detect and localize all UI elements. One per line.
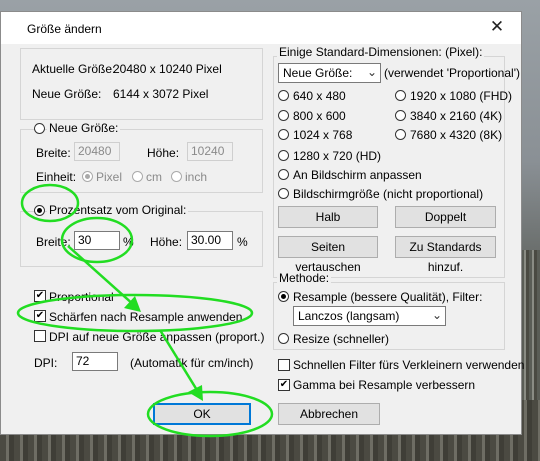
standard-dimensions-title: Einige Standard-Dimensionen: (Pixel):	[277, 45, 485, 59]
proportional-label: Proportional	[49, 290, 114, 304]
radio-800[interactable]	[278, 110, 289, 121]
size-info-group	[20, 48, 263, 120]
radio-fit-screen[interactable]	[278, 169, 289, 180]
percent-height-field[interactable]: 30.00	[187, 231, 233, 250]
unit-pixel-radio[interactable]	[82, 171, 93, 182]
fast-filter-label: Schnellen Filter fürs Verkleinern verwen…	[293, 358, 525, 372]
new-size-radio-label[interactable]: Neue Größe:	[47, 121, 121, 135]
radio-3840-label: 3840 x 2160 (4K)	[410, 109, 503, 123]
radio-3840[interactable]	[395, 110, 406, 121]
percent-height-unit: %	[237, 235, 248, 249]
ok-button[interactable]: OK	[153, 403, 251, 425]
width-pixel-field[interactable]: 20480	[74, 142, 120, 161]
radio-1920-label: 1920 x 1080 (FHD)	[410, 89, 513, 103]
percent-radio[interactable]	[34, 205, 45, 216]
radio-fit-screen-label: An Bildschirm anpassen	[293, 168, 422, 182]
resample-radio[interactable]	[278, 291, 289, 302]
method-title: Methode:	[277, 271, 332, 285]
unit-pixel-label: Pixel	[96, 170, 123, 184]
unit-cm-label: cm	[146, 170, 162, 184]
radio-1024[interactable]	[278, 129, 289, 140]
new-size-radio[interactable]	[34, 123, 45, 134]
radio-640[interactable]	[278, 90, 289, 101]
sharpen-checkbox[interactable]	[34, 310, 46, 322]
dpi-note: (Automatik für cm/inch)	[130, 356, 254, 370]
radio-1920[interactable]	[395, 90, 406, 101]
proportional-checkbox[interactable]	[34, 290, 46, 302]
standard-size-select[interactable]: Neue Größe: ⌄	[278, 63, 381, 83]
gamma-label: Gamma bei Resample verbessern	[293, 378, 476, 392]
dpi-adjust-checkbox[interactable]	[34, 330, 46, 342]
filter-select[interactable]: Lanczos (langsam) ⌄	[293, 306, 446, 326]
unit-inch-radio[interactable]	[171, 171, 182, 182]
percent-width-label: Breite:	[36, 235, 71, 249]
new-size-info-value: 6144 x 3072 Pixel	[113, 87, 209, 101]
title-bar: Größe ändern ✕	[1, 12, 521, 44]
resize-label: Resize (schneller)	[293, 332, 390, 346]
radio-1024-label: 1024 x 768	[293, 128, 353, 142]
current-size-value: 20480 x 10240 Pixel	[113, 62, 222, 76]
standard-size-note: (verwendet 'Proportional')	[384, 66, 520, 80]
resample-label: Resample (bessere Qualität), Filter:	[293, 290, 483, 304]
percent-radio-label[interactable]: Prozentsatz vom Original:	[47, 203, 189, 217]
width-label: Breite:	[36, 146, 71, 160]
close-icon[interactable]: ✕	[487, 17, 507, 37]
chevron-down-icon: ⌄	[366, 65, 377, 79]
resize-radio[interactable]	[278, 333, 289, 344]
current-size-label: Aktuelle Größe:	[32, 62, 116, 76]
radio-7680-label: 7680 x 4320 (8K)	[410, 128, 503, 142]
dpi-field[interactable]: 72	[72, 352, 118, 371]
add-to-standards-button[interactable]: Zu Standards hinzuf.	[395, 236, 496, 274]
double-button[interactable]: Doppelt	[395, 206, 496, 228]
radio-screen-size-label: Bildschirmgröße (nicht proportional)	[293, 187, 484, 201]
filter-select-value: Lanczos (langsam)	[298, 309, 400, 323]
dpi-label: DPI:	[34, 356, 58, 370]
cancel-button[interactable]: Abbrechen	[278, 403, 380, 425]
window-title: Größe ändern	[27, 22, 102, 36]
gamma-checkbox[interactable]	[278, 379, 290, 391]
percent-width-unit: %	[123, 235, 134, 249]
percent-height-label: Höhe:	[150, 235, 183, 249]
height-label: Höhe:	[147, 146, 180, 160]
resize-dialog: Größe ändern ✕ Aktuelle Größe: 20480 x 1…	[0, 11, 525, 435]
dpi-adjust-label: DPI auf neue Größe anpassen (proport.)	[49, 330, 265, 344]
fast-filter-checkbox[interactable]	[278, 359, 290, 371]
radio-1280-label: 1280 x 720 (HD)	[293, 149, 382, 163]
half-button[interactable]: Halb	[278, 206, 378, 228]
radio-screen-size[interactable]	[278, 188, 289, 199]
unit-label: Einheit:	[36, 170, 77, 184]
unit-inch-label: inch	[185, 170, 208, 184]
radio-1280[interactable]	[278, 150, 289, 161]
sharpen-label: Schärfen nach Resample anwenden	[49, 310, 243, 324]
unit-cm-radio[interactable]	[132, 171, 143, 182]
chevron-down-icon: ⌄	[431, 308, 442, 322]
standard-size-select-value: Neue Größe:	[283, 66, 353, 80]
radio-800-label: 800 x 600	[293, 109, 346, 123]
percent-width-field[interactable]: 30	[74, 231, 120, 250]
radio-640-label: 640 x 480	[293, 89, 346, 103]
new-size-info-label: Neue Größe:	[32, 87, 102, 101]
radio-7680[interactable]	[395, 129, 406, 140]
height-pixel-field[interactable]: 10240	[187, 142, 233, 161]
swap-sides-button[interactable]: Seiten vertauschen	[278, 236, 378, 274]
